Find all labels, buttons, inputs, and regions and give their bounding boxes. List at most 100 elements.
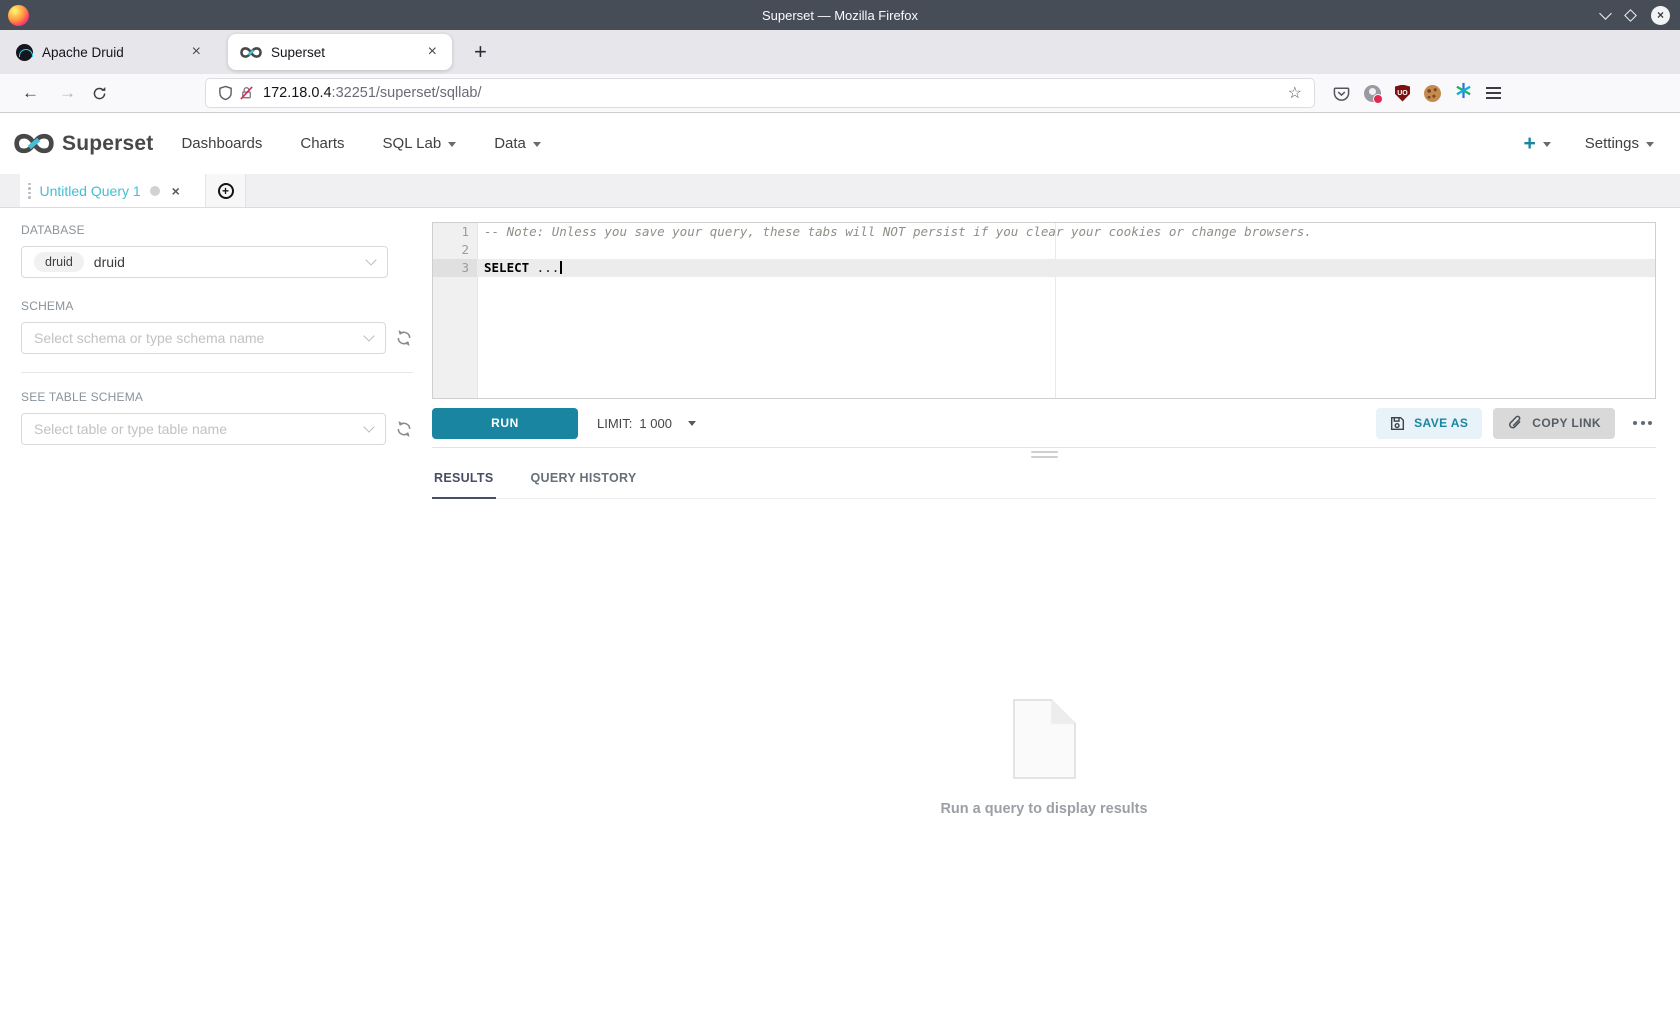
text-cursor bbox=[560, 261, 562, 274]
account-avatar-icon[interactable] bbox=[1364, 85, 1381, 102]
save-as-button[interactable]: SAVE AS bbox=[1376, 408, 1482, 439]
sqllab-left-panel: DATABASE druid druid SCHEMA Select schem… bbox=[0, 208, 420, 1012]
nav-item-charts[interactable]: Charts bbox=[300, 135, 344, 152]
run-button[interactable]: RUN bbox=[432, 408, 578, 439]
browser-tab-title: Superset bbox=[271, 45, 423, 60]
chevron-down-icon bbox=[363, 421, 374, 432]
query-tab-active[interactable]: Untitled Query 1 × bbox=[20, 174, 206, 207]
copy-link-button[interactable]: COPY LINK bbox=[1493, 408, 1615, 439]
url-path: :32251/superset/sqllab/ bbox=[332, 85, 482, 101]
line-number: 2 bbox=[433, 241, 477, 259]
editor-toolbar: RUN LIMIT: 1 000 SAVE AS COPY LINK bbox=[432, 399, 1656, 448]
forward-button: → bbox=[59, 83, 76, 103]
menu-hamburger-icon[interactable] bbox=[1486, 87, 1501, 99]
druid-favicon-icon bbox=[16, 44, 33, 61]
superset-logo[interactable]: Superset bbox=[14, 132, 153, 156]
sql-comment: -- Note: Unless you save your query, the… bbox=[477, 223, 1312, 241]
reload-button[interactable] bbox=[92, 86, 107, 101]
extension-asterisk-icon[interactable] bbox=[1455, 82, 1472, 104]
editor-line: 2 bbox=[433, 241, 1655, 259]
database-label: DATABASE bbox=[21, 223, 420, 237]
unsaved-indicator-dot bbox=[150, 186, 160, 196]
browser-tab-superset[interactable]: Superset × bbox=[228, 34, 452, 70]
editor-line: 1 -- Note: Unless you save your query, t… bbox=[433, 223, 1655, 241]
tab-results[interactable]: RESULTS bbox=[432, 465, 496, 499]
chevron-down-icon bbox=[1543, 142, 1551, 147]
firefox-logo-icon bbox=[8, 5, 29, 26]
tab-close-icon[interactable]: × bbox=[423, 42, 442, 62]
url-bar[interactable]: 172.18.0.4:32251/superset/sqllab/ ☆ bbox=[205, 78, 1315, 108]
insecure-lock-icon[interactable] bbox=[239, 85, 254, 101]
back-button[interactable]: ← bbox=[22, 83, 39, 103]
nav-item-dashboards[interactable]: Dashboards bbox=[181, 135, 262, 152]
new-query-tab-button[interactable]: + bbox=[206, 174, 246, 207]
chevron-down-icon bbox=[363, 330, 374, 341]
database-select[interactable]: druid druid bbox=[21, 246, 388, 278]
nav-item-sql-lab[interactable]: SQL Lab bbox=[383, 135, 457, 152]
database-tag: druid bbox=[34, 252, 84, 272]
panel-divider bbox=[21, 372, 413, 373]
chevron-down-icon bbox=[1646, 142, 1654, 147]
copy-link-label: COPY LINK bbox=[1532, 416, 1601, 430]
query-tab-close-icon[interactable]: × bbox=[172, 184, 180, 198]
refresh-tables-button[interactable] bbox=[395, 420, 413, 438]
window-title: Superset — Mozilla Firefox bbox=[762, 8, 918, 23]
refresh-schemas-button[interactable] bbox=[395, 329, 413, 347]
results-empty-state: Run a query to display results bbox=[432, 699, 1656, 817]
settings-menu[interactable]: Settings bbox=[1585, 135, 1654, 152]
results-tabs: RESULTS QUERY HISTORY bbox=[432, 465, 1656, 499]
superset-navbar: Superset Dashboards Charts SQL Lab Data … bbox=[0, 113, 1680, 174]
drag-handle-icon[interactable] bbox=[28, 183, 31, 199]
sql-editor[interactable]: 1 -- Note: Unless you save your query, t… bbox=[432, 222, 1656, 399]
limit-dropdown[interactable]: LIMIT: 1 000 bbox=[597, 416, 696, 431]
schema-placeholder: Select schema or type schema name bbox=[34, 330, 264, 346]
window-titlebar: Superset — Mozilla Firefox × bbox=[0, 0, 1680, 30]
reload-icon bbox=[92, 86, 107, 101]
save-as-label: SAVE AS bbox=[1414, 416, 1468, 430]
table-placeholder: Select table or type table name bbox=[34, 421, 227, 437]
schema-select[interactable]: Select schema or type schema name bbox=[21, 322, 386, 354]
cookie-extension-icon[interactable] bbox=[1424, 85, 1441, 102]
tab-close-icon[interactable]: × bbox=[187, 42, 206, 62]
database-value: druid bbox=[94, 254, 125, 270]
window-maximize-icon[interactable] bbox=[1624, 9, 1637, 22]
browser-toolbar: ← → 172.18.0.4:32251/superset/sqllab/ ☆ … bbox=[0, 74, 1680, 113]
pane-resize-handle[interactable] bbox=[1031, 451, 1058, 458]
tab-query-history[interactable]: QUERY HISTORY bbox=[529, 465, 639, 498]
chevron-down-icon bbox=[533, 142, 541, 147]
new-tab-button[interactable]: + bbox=[466, 39, 495, 65]
window-minimize-icon[interactable] bbox=[1599, 7, 1612, 20]
ublock-origin-icon[interactable]: UO bbox=[1395, 85, 1410, 102]
line-number: 3 bbox=[433, 259, 477, 277]
new-item-plus-button[interactable]: + bbox=[1524, 132, 1551, 156]
sql-keyword: SELECT bbox=[484, 260, 529, 275]
url-text: 172.18.0.4:32251/superset/sqllab/ bbox=[263, 85, 481, 101]
line-number: 1 bbox=[433, 223, 477, 241]
schema-label: SCHEMA bbox=[21, 299, 420, 313]
browser-tab-title: Apache Druid bbox=[42, 45, 187, 60]
table-select[interactable]: Select table or type table name bbox=[21, 413, 386, 445]
more-actions-icon[interactable] bbox=[1629, 415, 1656, 431]
chevron-down-icon bbox=[448, 142, 456, 147]
save-icon bbox=[1390, 416, 1405, 431]
chevron-down-icon bbox=[365, 254, 376, 265]
bookmark-star-icon[interactable]: ☆ bbox=[1288, 83, 1302, 103]
sync-icon bbox=[395, 420, 413, 438]
table-schema-label: SEE TABLE SCHEMA bbox=[21, 390, 420, 404]
superset-infinity-icon bbox=[14, 133, 54, 154]
brand-name: Superset bbox=[62, 132, 153, 156]
limit-value: 1 000 bbox=[639, 416, 672, 431]
window-close-icon[interactable]: × bbox=[1651, 6, 1670, 25]
sqllab-workpane: 1 -- Note: Unless you save your query, t… bbox=[420, 208, 1680, 1012]
browser-tab-apache-druid[interactable]: Apache Druid × bbox=[4, 34, 216, 70]
url-host: 172.18.0.4 bbox=[263, 85, 332, 101]
pocket-icon[interactable] bbox=[1333, 85, 1350, 102]
nav-item-data[interactable]: Data bbox=[494, 135, 541, 152]
plus-circle-icon: + bbox=[218, 183, 234, 199]
document-page-icon bbox=[1013, 699, 1076, 779]
tracking-protection-shield-icon[interactable] bbox=[218, 85, 233, 101]
editor-line-active: 3 SELECT ... bbox=[433, 259, 1655, 277]
limit-label: LIMIT: bbox=[597, 416, 632, 431]
empty-state-text: Run a query to display results bbox=[940, 801, 1147, 817]
query-tab-label: Untitled Query 1 bbox=[40, 183, 141, 199]
